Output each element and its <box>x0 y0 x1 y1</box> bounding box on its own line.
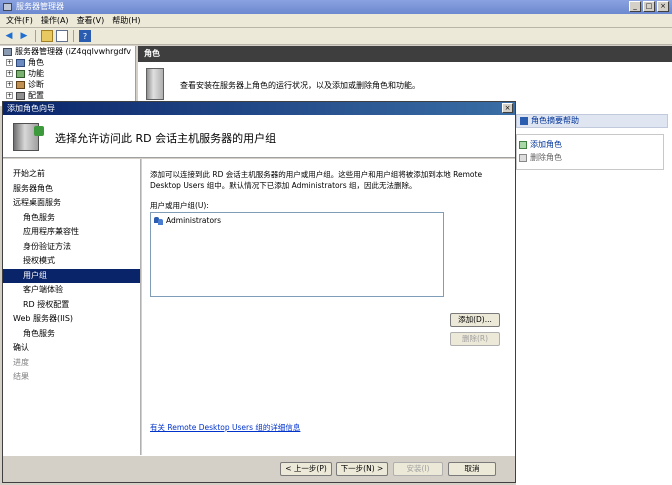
step-authentication-method[interactable]: 身份验证方法 <box>3 240 140 255</box>
step-before-you-begin[interactable]: 开始之前 <box>3 167 140 182</box>
wizard-close-button[interactable]: × <box>502 103 513 113</box>
step-confirmation[interactable]: 确认 <box>3 341 140 356</box>
tree-item-configuration[interactable]: + 配置 <box>0 90 135 101</box>
window-controls: _ □ × <box>629 1 669 12</box>
step-user-groups[interactable]: 用户组 <box>3 268 140 283</box>
server-tower-icon <box>146 68 164 100</box>
roles-description-area: 查看安装在服务器上角色的运行状况，以及添加或删除角色和功能。 <box>138 62 672 106</box>
show-hide-tree-icon[interactable] <box>56 30 68 42</box>
remove-roles-icon <box>519 153 527 162</box>
add-button[interactable]: 添加(D)... <box>450 313 500 327</box>
close-button[interactable]: × <box>657 1 669 12</box>
list-item-label: Administrators <box>166 216 222 225</box>
add-roles-wizard: 添加角色向导 × 选择允许访问此 RD 会话主机服务器的用户组 开始之前 服务器… <box>2 101 516 483</box>
toolbar-separator <box>73 30 74 42</box>
add-roles-label: 添加角色 <box>530 140 562 149</box>
diagnostics-icon <box>16 80 25 89</box>
users-or-groups-listbox[interactable]: Administrators <box>150 212 444 297</box>
menu-view[interactable]: 查看(V) <box>75 14 111 27</box>
tree-item-label: 诊断 <box>28 80 44 89</box>
step-rd-licensing-configuration[interactable]: RD 授权配置 <box>3 298 140 313</box>
tree-root[interactable]: 服务器管理器 (iZ4qqlvwhrgdfv <box>0 46 135 57</box>
server-manager-app-icon <box>3 3 12 11</box>
next-button[interactable]: 下一步(N) > <box>336 462 388 476</box>
tree-root-label: 服务器管理器 (iZ4qqlvwhrgdfv <box>15 47 132 56</box>
add-roles-link[interactable]: 添加角色 <box>519 138 661 151</box>
maximize-button[interactable]: □ <box>643 1 655 12</box>
wizard-title: 添加角色向导 <box>7 104 55 113</box>
wizard-steps-list: 开始之前 服务器角色 远程桌面服务 角色服务 应用程序兼容性 身份验证方法 授权… <box>3 159 141 455</box>
up-folder-icon[interactable] <box>41 30 53 42</box>
roles-header: 角色 <box>138 46 672 62</box>
menu-file[interactable]: 文件(F) <box>4 14 39 27</box>
expand-icon[interactable]: + <box>6 92 13 99</box>
tree-item-diagnostics[interactable]: + 诊断 <box>0 79 135 90</box>
menu-action[interactable]: 操作(A) <box>39 14 75 27</box>
expand-icon[interactable]: + <box>6 70 13 77</box>
add-role-server-icon <box>13 123 44 151</box>
configuration-icon <box>16 91 25 100</box>
toolbar: ◀ ▶ ? <box>0 28 672 45</box>
step-results: 结果 <box>13 372 29 381</box>
step-iis-role-services[interactable]: 角色服务 <box>3 327 140 342</box>
menu-bar: 文件(F) 操作(A) 查看(V) 帮助(H) <box>0 14 672 28</box>
help-panel: 角色摘要帮助 添加角色 删除角色 <box>516 106 672 485</box>
previous-button[interactable]: < 上一步(P) <box>280 462 332 476</box>
cancel-button[interactable]: 取消 <box>448 462 496 476</box>
main-window-titlebar: 服务器管理器 _ □ × <box>0 0 672 14</box>
help-book-icon <box>520 117 528 125</box>
expand-icon[interactable]: + <box>6 59 13 66</box>
add-roles-icon <box>519 140 527 149</box>
wizard-heading: 选择允许访问此 RD 会话主机服务器的用户组 <box>55 132 277 145</box>
roles-icon <box>16 58 25 67</box>
tree-item-label: 功能 <box>28 69 44 78</box>
wizard-banner: 选择允许访问此 RD 会话主机服务器的用户组 <box>3 115 515 158</box>
features-icon <box>16 69 25 78</box>
user-groups-intro: 添加可以连接到此 RD 会话主机服务器的用户或用户组。这些用户和用户组将被添加到… <box>150 170 483 190</box>
window-title: 服务器管理器 <box>16 2 64 11</box>
tree-item-features[interactable]: + 功能 <box>0 68 135 79</box>
step-role-services[interactable]: 角色服务 <box>3 211 140 226</box>
server-icon <box>3 47 12 56</box>
wizard-footer: < 上一步(P) 下一步(N) > 安装(I) 取消 <box>3 455 515 482</box>
step-application-compatibility[interactable]: 应用程序兼容性 <box>3 225 140 240</box>
step-client-experience[interactable]: 客户端体验 <box>3 283 140 298</box>
users-or-groups-label: 用户或用户组(U): <box>150 201 209 210</box>
menu-help[interactable]: 帮助(H) <box>110 14 146 27</box>
list-item[interactable]: Administrators <box>154 216 221 225</box>
step-licensing-mode[interactable]: 授权模式 <box>3 254 140 269</box>
console-tree: 服务器管理器 (iZ4qqlvwhrgdfv + 角色 + 功能 + 诊断 + … <box>0 46 136 106</box>
back-arrow-icon[interactable]: ◀ <box>3 30 15 42</box>
remove-button[interactable]: 删除(R) <box>450 332 500 346</box>
roles-description: 查看安装在服务器上角色的运行状况，以及添加或删除角色和功能。 <box>180 81 420 90</box>
user-group-icon <box>154 216 164 225</box>
step-server-roles[interactable]: 服务器角色 <box>3 182 140 197</box>
help-icon[interactable]: ? <box>79 30 91 42</box>
step-remote-desktop-services[interactable]: 远程桌面服务 <box>3 196 140 211</box>
toolbar-separator <box>35 30 36 42</box>
wizard-titlebar: 添加角色向导 × <box>3 102 515 115</box>
help-title: 角色摘要帮助 <box>531 116 579 125</box>
remote-desktop-users-info-link[interactable]: 有关 Remote Desktop Users 组的详细信息 <box>150 422 300 433</box>
step-progress: 进度 <box>13 357 29 367</box>
tree-item-label: 配置 <box>28 91 44 100</box>
forward-arrow-icon[interactable]: ▶ <box>18 30 30 42</box>
remove-roles-label: 删除角色 <box>530 153 562 162</box>
tree-item-roles[interactable]: + 角色 <box>0 57 135 68</box>
roles-summary-help-link[interactable]: 角色摘要帮助 <box>516 114 668 128</box>
step-web-server-iis[interactable]: Web 服务器(IIS) <box>3 312 140 327</box>
expand-icon[interactable]: + <box>6 81 13 88</box>
tree-item-label: 角色 <box>28 58 44 67</box>
wizard-content: 添加可以连接到此 RD 会话主机服务器的用户或用户组。这些用户和用户组将被添加到… <box>142 159 515 455</box>
minimize-button[interactable]: _ <box>629 1 641 12</box>
remove-roles-link[interactable]: 删除角色 <box>519 151 661 164</box>
role-actions-box: 添加角色 删除角色 <box>516 134 664 170</box>
install-button[interactable]: 安装(I) <box>393 462 443 476</box>
